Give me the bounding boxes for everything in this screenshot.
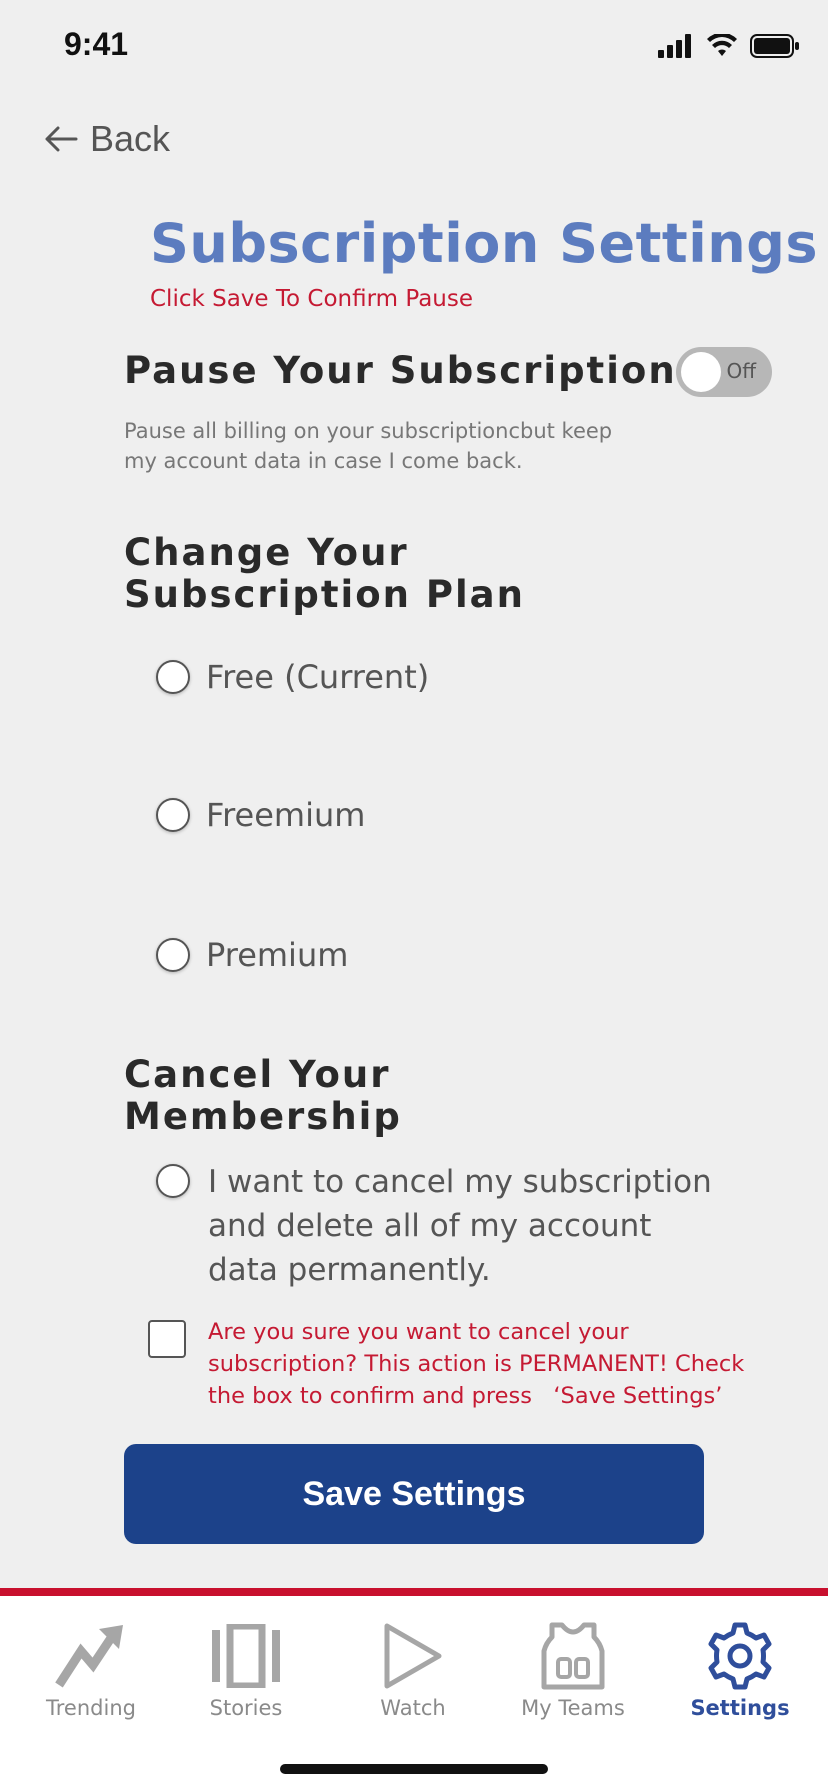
save-settings-button[interactable]: Save Settings <box>124 1444 704 1544</box>
page-subtitle: Click Save To Confirm Pause <box>150 286 474 312</box>
tab-label: Stories <box>209 1696 283 1720</box>
radio-button[interactable] <box>156 798 190 832</box>
battery-icon <box>750 34 799 58</box>
play-icon <box>373 1616 453 1696</box>
tab-my-teams[interactable]: My Teams <box>498 1616 648 1720</box>
status-icons <box>658 34 800 58</box>
home-indicator <box>280 1764 548 1774</box>
gear-icon <box>700 1616 780 1696</box>
toggle-knob <box>681 352 721 392</box>
tab-settings[interactable]: Settings <box>665 1616 815 1720</box>
tab-bar: Trending Stories Watch My Teams Settings <box>0 1596 828 1792</box>
plan-heading: Change Your Subscription Plan <box>124 531 525 616</box>
tab-stories[interactable]: Stories <box>171 1616 321 1720</box>
plan-option-freemium[interactable]: Freemium <box>156 796 365 834</box>
wifi-icon <box>707 34 737 56</box>
arrow-left-icon <box>45 126 78 152</box>
plan-option-label: Freemium <box>206 796 366 834</box>
tab-label: Settings <box>690 1696 790 1720</box>
tab-label: Watch <box>380 1696 446 1720</box>
plan-option-label: Premium <box>206 936 349 974</box>
back-label: Back <box>90 118 171 159</box>
cancel-option-label: I want to cancel my subscription and del… <box>208 1164 712 1288</box>
plan-option-premium[interactable]: Premium <box>156 936 348 974</box>
cancel-radio[interactable] <box>156 1164 190 1198</box>
tab-trending[interactable]: Trending <box>16 1616 166 1720</box>
cancel-warning: Are you sure you want to cancel your sub… <box>208 1319 745 1409</box>
stories-icon <box>206 1616 286 1696</box>
trending-icon <box>51 1616 131 1696</box>
plan-option-label: Free (Current) <box>206 658 430 696</box>
status-time: 9:41 <box>64 26 129 62</box>
jersey-icon <box>533 1616 613 1696</box>
confirm-cancel-checkbox[interactable] <box>148 1320 186 1358</box>
signal-icon <box>658 34 691 58</box>
back-button[interactable]: Back <box>44 118 170 160</box>
tab-label: My Teams <box>521 1696 625 1720</box>
pause-description: Pause all billing on your subscriptioncb… <box>124 419 613 473</box>
pause-toggle[interactable]: Off <box>676 347 772 397</box>
tabbar-accent-line <box>0 1588 828 1596</box>
plan-option-free[interactable]: Free (Current) <box>156 658 429 696</box>
tab-watch[interactable]: Watch <box>338 1616 488 1720</box>
page-title: Subscription Settings <box>150 212 818 275</box>
toggle-state-label: Off <box>726 359 756 383</box>
tab-label: Trending <box>46 1696 136 1720</box>
radio-button[interactable] <box>156 660 190 694</box>
cancel-heading: Cancel Your Membership <box>124 1053 402 1138</box>
pause-heading: Pause Your Subscription <box>124 349 677 392</box>
radio-button[interactable] <box>156 938 190 972</box>
